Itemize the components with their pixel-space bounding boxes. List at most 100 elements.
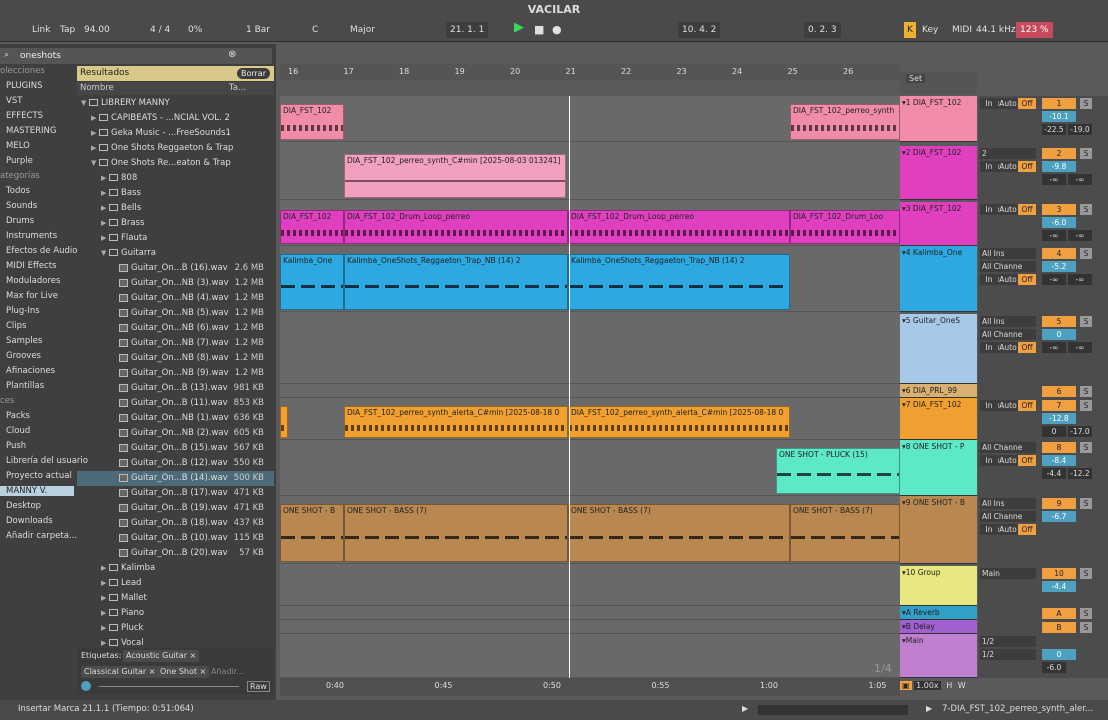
scale-select[interactable]: Major (350, 22, 375, 38)
monitor-auto-button[interactable]: Auto (999, 455, 1017, 466)
sidebar-item[interactable]: MELO (6, 141, 30, 151)
volume-field[interactable]: -9.8 (1042, 161, 1076, 172)
send-field[interactable]: -∞ (1042, 174, 1066, 185)
loop-length[interactable]: 0. 2. 3 (804, 22, 841, 38)
file-row[interactable]: Guitar_On...B (15).wav 567 KB (77, 441, 274, 456)
sidebar-item[interactable]: Purple (6, 156, 33, 166)
track-lane[interactable] (280, 606, 900, 620)
track-header[interactable]: 3 DIA_FST_102 (900, 202, 977, 246)
play-button[interactable]: ▶ (514, 20, 524, 36)
file-row[interactable]: Guitar_On...B (18).wav 437 KB (77, 516, 274, 531)
folder-row[interactable]: ▶ Mallet (77, 591, 274, 606)
solo-button[interactable]: S (1080, 248, 1092, 259)
send-field[interactable]: -∞ (1068, 274, 1092, 285)
send-field[interactable]: -17.0 (1068, 426, 1092, 437)
monitor-auto-button[interactable]: Auto (999, 342, 1017, 353)
file-row[interactable]: Guitar_On...B (16).wav 2.6 MB (77, 261, 274, 276)
folder-row[interactable]: ▶ CAPIBEATS - ...NCIAL VOL. 2 (77, 111, 274, 126)
chevron-right-icon[interactable]: ▶ (91, 126, 99, 141)
monitor-off-button[interactable]: Off (1018, 274, 1036, 285)
monitor-off-button[interactable]: Off (1018, 161, 1036, 172)
chevron-right-icon[interactable]: ▶ (101, 216, 109, 231)
monitor-in-button[interactable]: In (980, 98, 998, 109)
preview-scrubber[interactable] (99, 686, 239, 687)
send-field[interactable]: -4.4 (1042, 468, 1066, 479)
io-select[interactable]: 2 (980, 148, 1036, 159)
sidebar-item[interactable]: Moduladores (6, 276, 60, 286)
folder-row[interactable]: ▶ Lead (77, 576, 274, 591)
arrangement-clip[interactable]: ONE SHOT - BASS (7) (568, 504, 790, 562)
track-lane[interactable] (280, 620, 900, 634)
sidebar-item[interactable]: Librería del usuario (6, 456, 88, 466)
preview-toggle[interactable] (81, 681, 91, 691)
sidebar-item[interactable]: Max for Live (6, 291, 58, 301)
key-root-select[interactable]: C (312, 22, 318, 38)
monitor-off-button[interactable]: Off (1018, 342, 1036, 353)
monitor-auto-button[interactable]: Auto (999, 98, 1017, 109)
song-position[interactable]: 21. 1. 1 (446, 22, 489, 38)
arrangement-clip[interactable]: ONE SHOT - PLUCK (15) (776, 448, 900, 494)
file-row[interactable]: Guitar_On...B (12).wav 550 KB (77, 456, 274, 471)
track-header[interactable]: Main (900, 634, 977, 678)
midi-label[interactable]: MIDI (952, 22, 972, 38)
track-activator[interactable]: 8 (1042, 442, 1076, 453)
arrangement-clip[interactable]: ONE SHOT - BASS (7) (344, 504, 568, 562)
folder-row[interactable]: ▶ Bells (77, 201, 274, 216)
track-activator[interactable]: 7 (1042, 400, 1076, 411)
chevron-right-icon[interactable]: ▶ (101, 186, 109, 201)
sidebar-item[interactable]: Instruments (6, 231, 57, 241)
track-name[interactable]: 4 Kalimba_One (902, 248, 962, 257)
monitor-in-button[interactable]: In (980, 274, 998, 285)
arrangement-clip[interactable]: ONE SHOT - BASS (7) (790, 504, 900, 562)
file-row[interactable]: Guitar_On...NB (8).wav 1.2 MB (77, 351, 274, 366)
track-activator[interactable]: 1 (1042, 98, 1076, 109)
sidebar-item[interactable]: Downloads (6, 516, 53, 526)
monitor-auto-button[interactable]: Auto (999, 524, 1017, 535)
sidebar-item[interactable]: MANNY V. (0, 486, 74, 496)
monitor-in-button[interactable]: In (980, 524, 998, 535)
chevron-right-icon[interactable]: ▶ (101, 621, 109, 636)
chevron-right-icon[interactable]: ▶ (101, 591, 109, 606)
tempo-field[interactable]: 94.00 (84, 22, 110, 38)
track-name[interactable]: 1 DIA_FST_102 (902, 98, 962, 107)
monitor-off-button[interactable]: Off (1018, 524, 1036, 535)
loop-start[interactable]: 10. 4. 2 (678, 22, 721, 38)
playhead[interactable] (569, 96, 570, 682)
add-tag-button[interactable]: Añadir... (211, 667, 244, 676)
track-lane[interactable] (280, 634, 900, 678)
file-row[interactable]: Guitar_On...NB (5).wav 1.2 MB (77, 306, 274, 321)
track-header[interactable]: 6 DIA_PRL_99 (900, 384, 977, 398)
monitor-off-button[interactable]: Off (1018, 98, 1036, 109)
monitor-off-button[interactable]: Off (1018, 400, 1036, 411)
track-header[interactable]: 9 ONE SHOT - B (900, 496, 977, 564)
sidebar-item[interactable]: PLUGINS (6, 81, 43, 91)
column-tags[interactable]: Ta... (229, 82, 246, 95)
io-select[interactable]: All Ins (980, 316, 1036, 327)
clear-results-button[interactable]: Borrar (236, 68, 270, 79)
monitor-in-button[interactable]: In (980, 204, 998, 215)
folder-row[interactable]: ▶ 808 (77, 171, 274, 186)
track-lane[interactable] (280, 384, 900, 398)
io-select[interactable]: All Ins (980, 498, 1036, 509)
sidebar-item[interactable]: Todos (6, 186, 30, 196)
zoom-icon[interactable]: ▣ (900, 681, 912, 690)
arrangement-clip[interactable]: DIA_FST_102_perreo_synth_C#min [2025-08-… (344, 154, 566, 198)
track-header[interactable]: B Delay (900, 620, 977, 634)
track-lane[interactable] (280, 566, 900, 606)
record-button[interactable]: ● (552, 22, 562, 38)
io-select[interactable]: 1/2 (980, 649, 1036, 660)
monitor-in-button[interactable]: In (980, 342, 998, 353)
stop-button[interactable]: ■ (534, 22, 544, 38)
track-lane[interactable] (280, 314, 900, 384)
solo-button[interactable]: S (1080, 400, 1092, 411)
track-name[interactable]: Main (902, 636, 924, 645)
swing-field[interactable]: 0% (188, 22, 202, 38)
clear-search-icon[interactable]: ⊗ (228, 49, 236, 60)
track-header[interactable]: 1 DIA_FST_102 (900, 96, 977, 142)
io-select[interactable]: All Ins (980, 248, 1036, 259)
sidebar-item[interactable]: MASTERING (6, 126, 56, 136)
solo-button[interactable]: S (1080, 316, 1092, 327)
arrangement-clip[interactable]: Kalimba_OneShots_Reggaeton_Trap_NB (14) … (568, 254, 790, 310)
monitor-in-button[interactable]: In (980, 400, 998, 411)
sidebar-item[interactable]: Sounds (6, 201, 37, 211)
